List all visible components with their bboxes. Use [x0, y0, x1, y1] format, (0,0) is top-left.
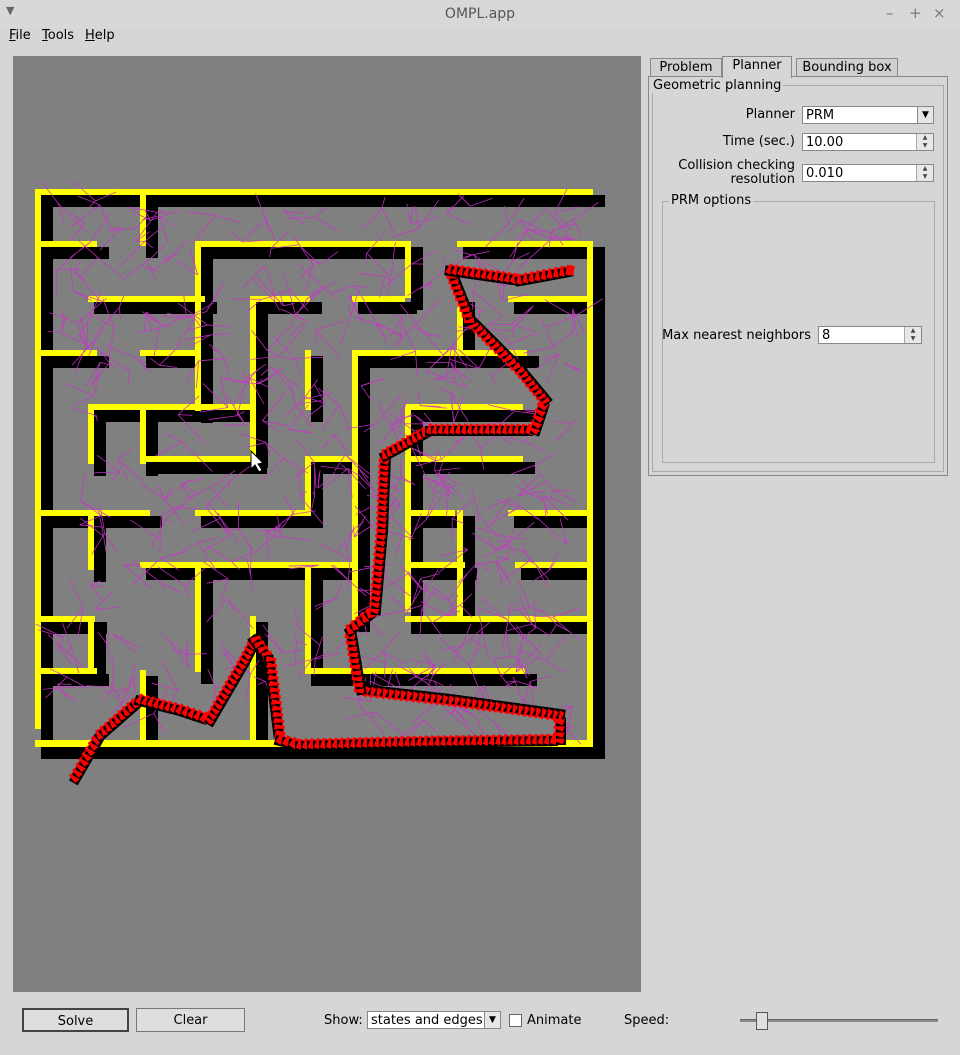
chevron-down-icon: ▼	[917, 107, 933, 123]
prm-options-title: PRM options	[669, 193, 754, 208]
spin-arrows-icon[interactable]: ▲ ▼	[904, 327, 921, 343]
close-icon[interactable]: ×	[933, 4, 946, 22]
animate-checkbox[interactable]	[509, 1014, 522, 1027]
spin-arrows-icon[interactable]: ▲ ▼	[916, 165, 933, 181]
maximize-icon[interactable]: +	[909, 4, 922, 22]
time-input[interactable]: 10.00 ▲ ▼	[802, 133, 934, 151]
menu-file[interactable]: File	[9, 28, 31, 43]
spin-arrows-icon[interactable]: ▲ ▼	[916, 134, 933, 150]
collision-label-line2: resolution	[730, 172, 795, 187]
tab-planner[interactable]: Planner	[722, 56, 792, 78]
show-select-value: states and edges	[371, 1013, 483, 1028]
planner-select-value: PRM	[806, 108, 835, 123]
minimize-icon[interactable]: –	[886, 4, 894, 22]
chevron-down-icon: ▼	[484, 1012, 500, 1028]
show-label: Show:	[324, 1013, 363, 1028]
clear-button[interactable]: Clear	[136, 1008, 245, 1032]
menu-help[interactable]: Help	[85, 28, 115, 43]
planner-select[interactable]: PRM ▼	[802, 106, 934, 124]
menu-bar: File Tools Help	[0, 28, 960, 48]
menu-tools[interactable]: Tools	[42, 28, 74, 43]
solve-button[interactable]: Solve	[22, 1008, 129, 1032]
window-title: OMPL.app	[444, 6, 516, 22]
collision-resolution-value: 0.010	[806, 166, 844, 181]
neighbors-label: Max nearest neighbors	[662, 328, 811, 343]
3d-viewport[interactable]	[13, 56, 641, 992]
collision-resolution-input[interactable]: 0.010 ▲ ▼	[802, 164, 934, 182]
show-select[interactable]: states and edges ▼	[367, 1011, 501, 1029]
maze-scene	[35, 179, 605, 786]
tab-problem[interactable]: Problem	[650, 58, 722, 77]
speed-slider-handle[interactable]	[755, 1012, 768, 1030]
planner-panel: Geometric planning Planner PRM ▼ Time (s…	[648, 76, 948, 476]
speed-label: Speed:	[624, 1013, 670, 1028]
time-input-value: 10.00	[806, 135, 844, 150]
neighbors-input-value: 8	[822, 328, 831, 343]
tab-bounding-box[interactable]: Bounding box	[796, 58, 898, 77]
animate-label: Animate	[527, 1013, 582, 1028]
speed-slider-track[interactable]	[740, 1019, 938, 1022]
time-label: Time (sec.)	[722, 134, 795, 149]
geometric-planning-title: Geometric planning	[651, 78, 784, 93]
neighbors-input[interactable]: 8 ▲ ▼	[818, 326, 922, 344]
collision-label-line1: Collision checking	[678, 158, 795, 173]
planner-label: Planner	[745, 107, 795, 122]
title-bar: ▼ OMPL.app – + ×	[0, 0, 960, 28]
